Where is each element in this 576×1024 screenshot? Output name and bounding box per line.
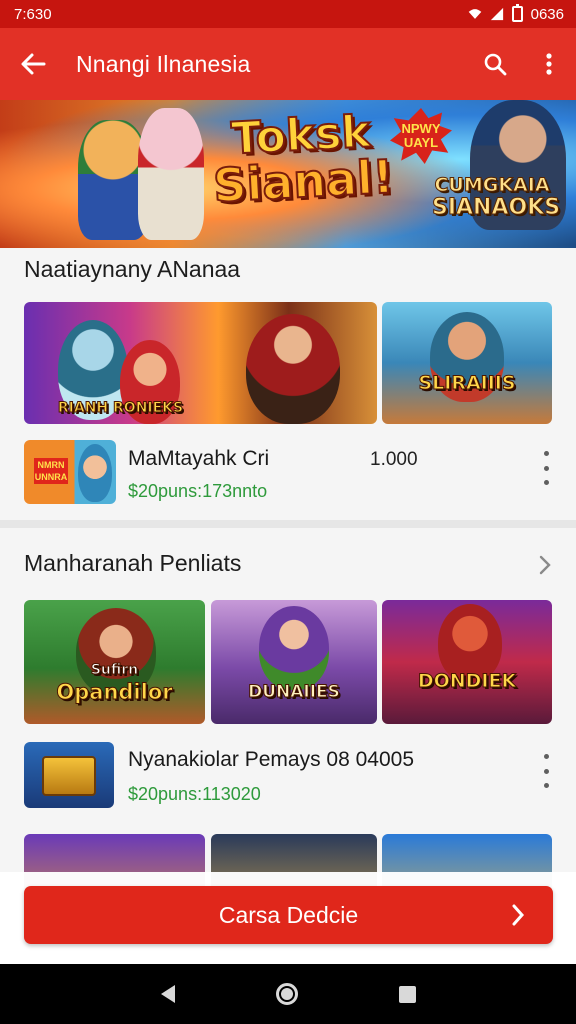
arrow-back-icon xyxy=(21,53,46,75)
item-price: $20puns:173nnto xyxy=(128,481,268,501)
back-button[interactable] xyxy=(0,28,66,100)
tile-character xyxy=(259,606,329,690)
hero-side-line1: CUMGKAIA xyxy=(434,174,550,196)
hero-side-line2: SIANAOKS xyxy=(432,194,561,220)
more-vertical-icon xyxy=(546,53,552,75)
item-name: Nyanakiolar Pemays 08 04005 xyxy=(128,748,415,771)
item-count: 1.000 xyxy=(370,449,418,470)
game-tile-sliraiis[interactable]: SLIRAIIIS xyxy=(382,302,552,424)
status-icons: 0636 xyxy=(468,4,564,23)
tile-label: RIANH RONIEKS xyxy=(57,400,184,417)
more-options-icon[interactable] xyxy=(542,451,550,485)
game-tile-rianh[interactable]: RIANH RONIEKS xyxy=(24,302,377,424)
status-bar: 7:630 0636 xyxy=(0,0,576,28)
search-button[interactable] xyxy=(468,28,522,100)
battery-icon xyxy=(511,4,523,22)
thumb-character xyxy=(78,444,112,502)
nav-back-icon[interactable] xyxy=(160,985,175,1003)
section2-title: Manharanah Penliats xyxy=(24,550,242,576)
item-thumbnail: NMRN UNNRA xyxy=(24,440,116,504)
wifi-icon xyxy=(468,9,481,19)
nav-home-icon[interactable] xyxy=(275,983,298,1005)
item-thumbnail xyxy=(24,742,114,808)
signal-icon xyxy=(490,7,503,21)
game-tile-dondiek[interactable]: DONDIEK xyxy=(382,600,552,724)
hero-badge-line2: UAYL xyxy=(403,135,439,150)
status-time: 7:630 xyxy=(14,5,52,23)
overflow-menu-button[interactable] xyxy=(522,28,576,100)
tile-label: Opandilor xyxy=(56,680,173,705)
hero-side-title: CUMGKAIA SIANAOKS xyxy=(432,174,561,220)
hero-banner[interactable]: Toksk Sianal! NPWY UAYL CUMGKAIA SIANAOK… xyxy=(0,100,576,248)
list-item[interactable]: NMRN UNNRA MaMtayahk Cri 1.000 $20puns:1… xyxy=(0,440,576,510)
game-tile-dunaiies[interactable]: DUNAIIES xyxy=(211,600,377,724)
hero-pig-character xyxy=(138,108,204,240)
section-divider xyxy=(0,520,576,528)
tile-character xyxy=(246,314,340,424)
page-title: Nnangi Ilnanesia xyxy=(76,50,251,77)
game-tile-opandilor[interactable]: Sufirn Opandilor xyxy=(24,600,205,724)
thumb-badge: NMRN UNNRA xyxy=(34,458,68,484)
more-options-icon[interactable] xyxy=(542,754,550,788)
tile-label-top: Sufirn xyxy=(90,662,139,679)
search-icon xyxy=(484,53,507,76)
hero-badge-line1: NPWY xyxy=(401,121,441,136)
section1-title: Naatiaynany ANanaa xyxy=(24,256,241,282)
nav-recents-icon[interactable] xyxy=(398,985,416,1003)
primary-cta-button[interactable]: Carsa Dedcie xyxy=(24,886,553,944)
chevron-right-icon[interactable] xyxy=(538,554,552,576)
hero-logo: Toksk Sianal! xyxy=(210,105,396,213)
app-screen: 7:630 0636 Nnangi Ilnanesia Toksk Sianal… xyxy=(0,0,576,1024)
list-item[interactable]: Nyanakiolar Pemays 08 04005 $20puns:1130… xyxy=(0,740,576,810)
system-nav-bar xyxy=(0,964,576,1024)
cta-label: Carsa Dedcie xyxy=(218,901,359,928)
app-bar: Nnangi Ilnanesia xyxy=(0,28,576,100)
chevron-right-icon xyxy=(512,904,525,926)
item-name: MaMtayahk Cri xyxy=(128,447,270,470)
item-price: $20puns:113020 xyxy=(128,784,261,804)
treasure-chest-icon xyxy=(42,756,96,796)
hero-badge: NPWY UAYL xyxy=(390,108,452,164)
tile-label: DONDIEK xyxy=(417,670,517,693)
status-clock-right: 0636 xyxy=(530,5,564,23)
hero-logo-line2: Sianal! xyxy=(211,148,396,213)
tile-label: DUNAIIES xyxy=(248,682,341,703)
tile-label: SLIRAIIIS xyxy=(418,372,516,395)
